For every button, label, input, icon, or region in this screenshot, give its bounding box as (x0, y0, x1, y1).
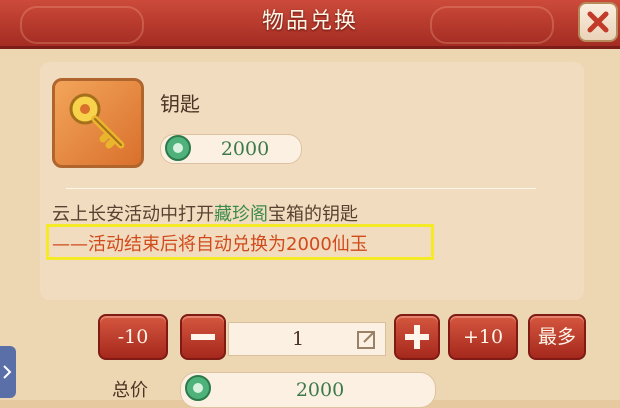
item-description: 云上长安活动中打开藏珍阁宝箱的钥匙 (52, 200, 358, 226)
item-price-value: 2000 (220, 138, 270, 160)
chevron-right-icon (3, 365, 12, 379)
quantity-value: 1 (291, 328, 305, 350)
close-button[interactable] (578, 2, 618, 42)
note-highlight-box (46, 224, 434, 260)
jade-currency-icon (165, 135, 191, 161)
key-icon (69, 93, 125, 149)
description-text: 云上长安活动中打开 (52, 204, 214, 225)
description-highlight: 藏珍阁 (214, 204, 268, 225)
minus-10-button[interactable]: -10 (98, 314, 168, 360)
close-icon (587, 11, 609, 33)
plus-button[interactable] (394, 314, 440, 360)
plus-10-button[interactable]: +10 (448, 314, 518, 360)
edit-icon[interactable] (356, 328, 378, 350)
plus-icon (405, 325, 429, 349)
dialog-title: 物品兑换 (261, 9, 358, 34)
max-button[interactable]: 最多 (528, 314, 586, 360)
exchange-dialog: 物品兑换 钥匙 2000 云上长安活动中打开藏珍阁宝箱的钥匙 ——活动结束后将自… (0, 0, 620, 408)
total-price-value: 2000 (295, 379, 345, 401)
description-text-end: 宝箱的钥匙 (268, 204, 358, 225)
divider (66, 188, 536, 189)
minus-button[interactable] (180, 314, 226, 360)
item-name: 钥匙 (160, 92, 200, 116)
minus-icon (191, 334, 215, 340)
side-expand-tab[interactable] (0, 346, 16, 398)
total-label: 总价 (112, 380, 148, 401)
key-item-icon (52, 78, 144, 168)
jade-currency-icon (185, 375, 211, 401)
